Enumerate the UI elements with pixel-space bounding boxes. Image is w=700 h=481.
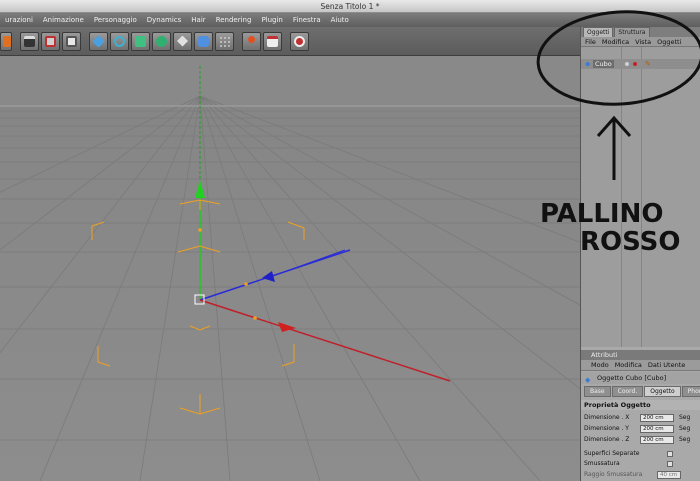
menu-plugin[interactable]: Plugin <box>256 13 287 27</box>
prop-raggio-smussatura: Raggio Smussatura 40 cm <box>581 470 700 480</box>
prop-label: Raggio Smussatura <box>584 471 643 478</box>
segments-label: Seg <box>679 436 691 443</box>
attr-tab-phong[interactable]: Phong <box>681 386 700 397</box>
dimension-y-input[interactable]: 200 cm <box>640 425 674 433</box>
menubar: urazioni Animazione Personaggio Dynamics… <box>0 13 700 27</box>
tree-row-cubo[interactable]: ◆ Cubo ✎ <box>581 59 700 69</box>
dimension-z-input[interactable]: 200 cm <box>640 436 674 444</box>
attr-menu-modo[interactable]: Modo <box>591 360 609 370</box>
scene-icon[interactable] <box>194 31 213 51</box>
prop-label: Superfici Separate <box>584 450 640 457</box>
spline-icon[interactable] <box>110 31 129 51</box>
right-panel: Oggetti Struttura File Modifica Vista Og… <box>580 27 700 481</box>
om-menu-oggetti[interactable]: Oggetti <box>657 38 681 46</box>
smooth-radius-input[interactable]: 40 cm <box>657 471 681 479</box>
superfici-separate-checkbox[interactable] <box>667 451 673 457</box>
segments-label: Seg <box>679 425 691 432</box>
array-icon[interactable] <box>152 31 171 51</box>
prop-dimension-y: Dimensione . Y 200 cm Seg <box>581 424 700 434</box>
attributes-menu: Modo Modifica Dati Utente <box>581 360 700 371</box>
render-picture-icon[interactable] <box>62 31 81 51</box>
calendar-icon[interactable] <box>263 31 282 51</box>
main-toolbar <box>0 27 580 56</box>
attributes-object-title: ◆ Oggetto Cubo [Cubo] <box>581 372 700 384</box>
window-title: Senza Titolo 1 * <box>0 0 700 13</box>
move-tool-icon[interactable] <box>0 31 12 51</box>
cube-object-icon: ◆ <box>585 376 591 384</box>
prop-label: Dimensione . X <box>584 414 630 421</box>
menu-finestra[interactable]: Finestra <box>288 13 326 27</box>
nurbs-icon[interactable] <box>131 31 150 51</box>
segments-label: Seg <box>679 414 691 421</box>
om-menu-file[interactable]: File <box>585 38 596 46</box>
menu-personaggio[interactable]: Personaggio <box>89 13 142 27</box>
prop-label: Dimensione . Y <box>584 425 629 432</box>
y-axis-handle <box>195 180 205 198</box>
attr-tab-base[interactable]: Base <box>584 386 611 397</box>
prop-superfici-separate: Superfici Separate <box>581 449 700 459</box>
om-menu-modifica[interactable]: Modifica <box>602 38 629 46</box>
tab-struttura[interactable]: Struttura <box>614 27 650 37</box>
prop-label: Dimensione . Z <box>584 436 630 443</box>
cube-object-icon: ◆ <box>585 60 591 68</box>
om-menu-vista[interactable]: Vista <box>635 38 651 46</box>
attr-tab-coord[interactable]: Coord. <box>611 386 644 397</box>
clapboard-icon[interactable] <box>20 31 39 51</box>
prop-smussatura: Smussatura <box>581 459 700 469</box>
object-name[interactable]: Cubo <box>593 60 614 68</box>
editor-visibility-dot[interactable] <box>625 62 629 66</box>
z-axis-handle <box>262 271 275 282</box>
particles-icon[interactable] <box>215 31 234 51</box>
viewport-3d[interactable] <box>0 56 580 481</box>
record-icon[interactable] <box>290 31 309 51</box>
attributes-tabs: Base Coord. Oggetto Phong <box>581 386 700 397</box>
menu-dynamics[interactable]: Dynamics <box>142 13 187 27</box>
prop-dimension-x: Dimensione . X 200 cm Seg <box>581 413 700 423</box>
column-divider <box>621 47 622 347</box>
help-icon[interactable] <box>242 31 261 51</box>
menu-configurazioni[interactable]: urazioni <box>0 13 38 27</box>
tag-icon[interactable]: ✎ <box>645 60 651 68</box>
cube-icon[interactable] <box>89 31 108 51</box>
attributes-header: Attributi <box>581 350 700 360</box>
object-manager-menu: File Modifica Vista Oggetti <box>581 37 700 47</box>
column-divider <box>641 47 642 347</box>
section-title: Proprietà Oggetto <box>581 400 700 410</box>
smussatura-checkbox[interactable] <box>667 461 673 467</box>
object-manager-tabs: Oggetti Struttura <box>581 27 700 37</box>
cube-bounding-box <box>91 199 305 415</box>
attr-menu-modifica[interactable]: Modifica <box>615 360 642 370</box>
menu-aiuto[interactable]: Aiuto <box>326 13 354 27</box>
attr-menu-dati-utente[interactable]: Dati Utente <box>648 360 685 370</box>
tab-oggetti[interactable]: Oggetti <box>583 27 614 37</box>
object-tree[interactable]: ◆ Cubo ✎ <box>581 47 700 347</box>
menu-rendering[interactable]: Rendering <box>211 13 257 27</box>
render-view-icon[interactable] <box>41 31 60 51</box>
prop-dimension-z: Dimensione . Z 200 cm Seg <box>581 435 700 445</box>
attr-tab-oggetto[interactable]: Oggetto <box>644 386 681 397</box>
menu-hair[interactable]: Hair <box>186 13 210 27</box>
deformer-icon[interactable] <box>173 31 192 51</box>
floor-grid <box>0 95 580 481</box>
render-visibility-dot[interactable] <box>633 62 637 66</box>
viewport-scene <box>0 56 580 481</box>
object-title-text: Oggetto Cubo [Cubo] <box>597 374 667 382</box>
dimension-x-input[interactable]: 200 cm <box>640 414 674 422</box>
prop-label: Smussatura <box>584 460 620 467</box>
menu-animazione[interactable]: Animazione <box>38 13 89 27</box>
